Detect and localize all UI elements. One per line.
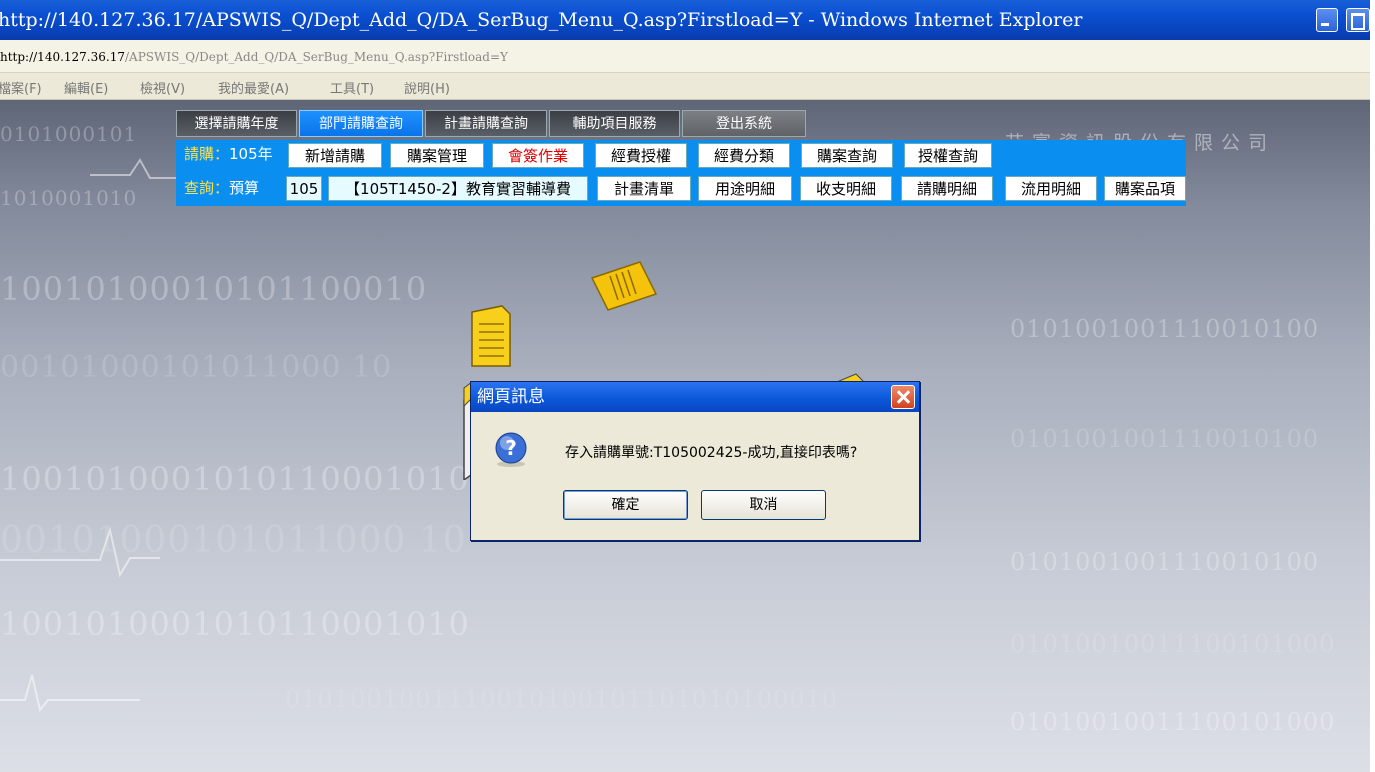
title-bar[interactable]: http://140.127.36.17/APSWIS_Q/Dept_Add_Q… [0,0,1370,40]
binary-text: 00101000101011000 10 [0,350,393,385]
menu-bar: 檔案(F) 編輯(E) 檢視(V) 我的最愛(A) 工具(T) 說明(H) [0,73,1370,100]
project-select[interactable]: 【105T1450-2】教育實習輔導費 [328,176,588,201]
cancel-button[interactable]: 取消 [701,490,826,520]
folder-icon [590,261,658,311]
purchase-toolbar: 請購：105年 新增請購 購案管理 會簽作業 經費授權 經費分類 購案查詢 授權… [176,140,1186,172]
purchase-detail-button[interactable]: 請購明細 [901,176,993,201]
menu-file[interactable]: 檔案(F) [0,78,42,97]
binary-text: 0101001001110010100 [1010,548,1320,576]
window-title: http://140.127.36.17/APSWIS_Q/Dept_Add_Q… [0,9,1083,31]
message-dialog: 網頁訊息 ? 存入請購單號:T105002425-成功,直接印表嗎? 確定 取消 [470,381,920,541]
tab-dept-purchase-query[interactable]: 部門請購查詢 [299,110,423,137]
browser-window: http://140.127.36.17/APSWIS_Q/Dept_Add_Q… [0,0,1370,772]
transfer-detail-button[interactable]: 流用明細 [1005,176,1097,201]
case-management-button[interactable]: 購案管理 [390,143,484,168]
menu-edit[interactable]: 編輯(E) [64,78,108,97]
svg-text:?: ? [505,436,517,460]
purchase-label: 請購：105年 [184,143,273,164]
year-select[interactable]: 105 [286,176,322,201]
tab-plan-purchase-query[interactable]: 計畫請購查詢 [425,110,547,137]
new-purchase-button[interactable]: 新增請購 [288,143,382,168]
minimize-button[interactable] [1316,8,1338,32]
pulse-line-icon [0,526,160,578]
dialog-title: 網頁訊息 [477,387,545,407]
query-budget: 預算 [229,179,260,197]
countersign-button[interactable]: 會簽作業 [492,143,584,168]
query-label: 查詢：預算 [184,177,259,198]
menu-tools[interactable]: 工具(T) [330,78,374,97]
ok-button[interactable]: 確定 [563,490,688,520]
binary-text: 0101001001110010100 [1010,315,1320,343]
pulse-line-icon [0,674,140,713]
tab-select-year[interactable]: 選擇請購年度 [176,110,297,137]
query-toolbar: 查詢：預算 105 【105T1450-2】教育實習輔導費 計畫清單 用途明細 … [176,172,1186,206]
purchase-label-text: 請購： [184,145,230,163]
query-label-text: 查詢： [184,179,230,197]
dialog-message: 存入請購單號:T105002425-成功,直接印表嗎? [565,445,858,461]
plan-list-button[interactable]: 計畫清單 [597,176,691,201]
tab-logout[interactable]: 登出系統 [682,110,806,137]
binary-text: 0101001001110010100101101010100010 [285,685,839,713]
address-host: http://140.127.36.17 [0,50,125,64]
address-url[interactable]: http://140.127.36.17/APSWIS_Q/Dept_Add_Q… [0,50,508,64]
binary-text: 1001010001010110001010 [0,605,470,643]
usage-detail-button[interactable]: 用途明細 [698,176,792,201]
binary-text: 10010100010101100010 [0,270,428,308]
case-query-button[interactable]: 購案查詢 [801,143,893,168]
menu-help[interactable]: 說明(H) [404,78,450,97]
authorization-query-button[interactable]: 授權查詢 [904,143,992,168]
budget-authorization-button[interactable]: 經費授權 [595,143,687,168]
purchase-year: 105年 [229,145,273,163]
document-icon [471,305,511,367]
income-expense-detail-button[interactable]: 收支明細 [800,176,892,201]
dialog-close-button[interactable] [891,385,915,409]
question-icon: ? [495,432,527,467]
address-path: /APSWIS_Q/Dept_Add_Q/DA_SerBug_Menu_Q.as… [124,50,508,64]
address-bar[interactable]: http://140.127.36.17/APSWIS_Q/Dept_Add_Q… [0,40,1370,73]
maximize-button[interactable] [1346,8,1370,32]
dialog-title-bar[interactable]: 網頁訊息 [471,382,919,412]
tab-auxiliary-service[interactable]: 輔助項目服務 [549,110,680,137]
binary-text: 1001010001010110001010 [0,460,470,498]
menu-view[interactable]: 檢視(V) [140,78,185,97]
binary-text: 01010010011100101000 [1010,630,1336,658]
binary-text: 0101001001110010100 [1010,425,1320,453]
binary-text: 01010010011100101000 [1010,708,1336,736]
purchase-items-button[interactable]: 購案品項 [1104,176,1186,201]
menu-favorites[interactable]: 我的最愛(A) [218,78,289,97]
budget-category-button[interactable]: 經費分類 [698,143,790,168]
